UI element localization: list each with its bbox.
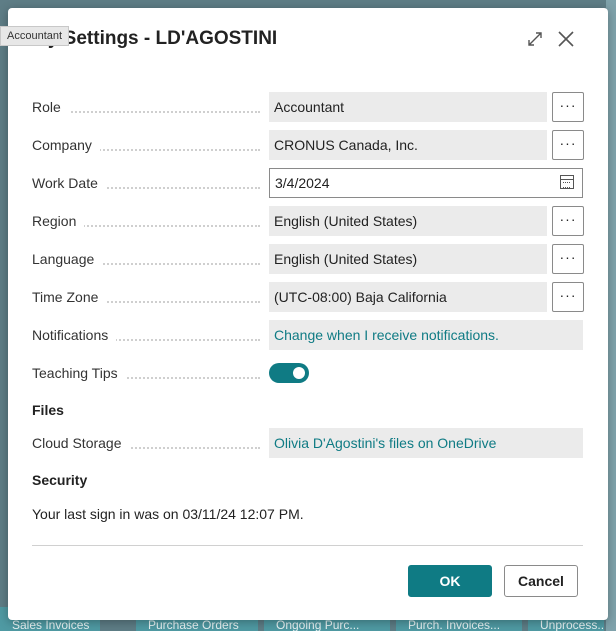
region-field[interactable]: English (United States)	[269, 206, 547, 236]
cloud-storage-label: Cloud Storage	[32, 428, 260, 458]
security-section-heading: Security	[32, 472, 88, 488]
expand-button[interactable]	[524, 28, 546, 50]
teaching-tips-row: Teaching Tips	[32, 358, 583, 388]
close-button[interactable]	[555, 28, 577, 50]
notifications-row: Notifications Change when I receive noti…	[32, 320, 583, 350]
language-row: Language English (United States) ···	[32, 244, 584, 274]
company-field[interactable]: CRONUS Canada, Inc.	[269, 130, 547, 160]
language-lookup-button[interactable]: ···	[552, 244, 584, 274]
files-section-heading: Files	[32, 402, 64, 418]
work-date-input[interactable]: 3/4/2024	[269, 168, 583, 198]
role-lookup-button[interactable]: ···	[552, 92, 584, 122]
expand-icon	[528, 32, 542, 46]
role-row: Role Accountant ···	[32, 92, 584, 122]
company-lookup-button[interactable]: ···	[552, 130, 584, 160]
role-label: Role	[32, 92, 260, 122]
cloud-storage-row: Cloud Storage Olivia D'Agostini's files …	[32, 428, 583, 458]
language-field[interactable]: English (United States)	[269, 244, 547, 274]
role-field[interactable]: Accountant	[269, 92, 547, 122]
time-zone-label: Time Zone	[32, 282, 260, 312]
teaching-tips-toggle[interactable]	[269, 363, 309, 383]
time-zone-field[interactable]: (UTC-08:00) Baja California	[269, 282, 547, 312]
cancel-button[interactable]: Cancel	[504, 565, 578, 597]
notifications-label: Notifications	[32, 320, 260, 350]
close-icon	[558, 31, 574, 47]
teaching-tips-label: Teaching Tips	[32, 358, 260, 388]
footer-divider	[32, 545, 583, 546]
region-lookup-button[interactable]: ···	[552, 206, 584, 236]
cloud-storage-link[interactable]: Olivia D'Agostini's files on OneDrive	[269, 428, 583, 458]
time-zone-row: Time Zone (UTC-08:00) Baja California ··…	[32, 282, 584, 312]
last-sign-in-text: Your last sign in was on 03/11/24 12:07 …	[32, 506, 304, 522]
work-date-label: Work Date	[32, 168, 260, 198]
region-label: Region	[32, 206, 260, 236]
toggle-knob	[293, 367, 305, 379]
my-settings-dialog: Accountant My Settings - LD'AGOSTINI Rol…	[0, 8, 608, 620]
company-label: Company	[32, 130, 260, 160]
language-label: Language	[32, 244, 260, 274]
ok-button[interactable]: OK	[408, 565, 492, 597]
time-zone-lookup-button[interactable]: ···	[552, 282, 584, 312]
region-row: Region English (United States) ···	[32, 206, 584, 236]
notifications-link[interactable]: Change when I receive notifications.	[269, 320, 583, 350]
work-date-value: 3/4/2024	[275, 175, 330, 191]
role-tooltip: Accountant	[0, 26, 70, 46]
company-row: Company CRONUS Canada, Inc. ···	[32, 130, 584, 160]
work-date-row: Work Date 3/4/2024	[32, 168, 583, 198]
calendar-icon[interactable]	[560, 175, 574, 189]
